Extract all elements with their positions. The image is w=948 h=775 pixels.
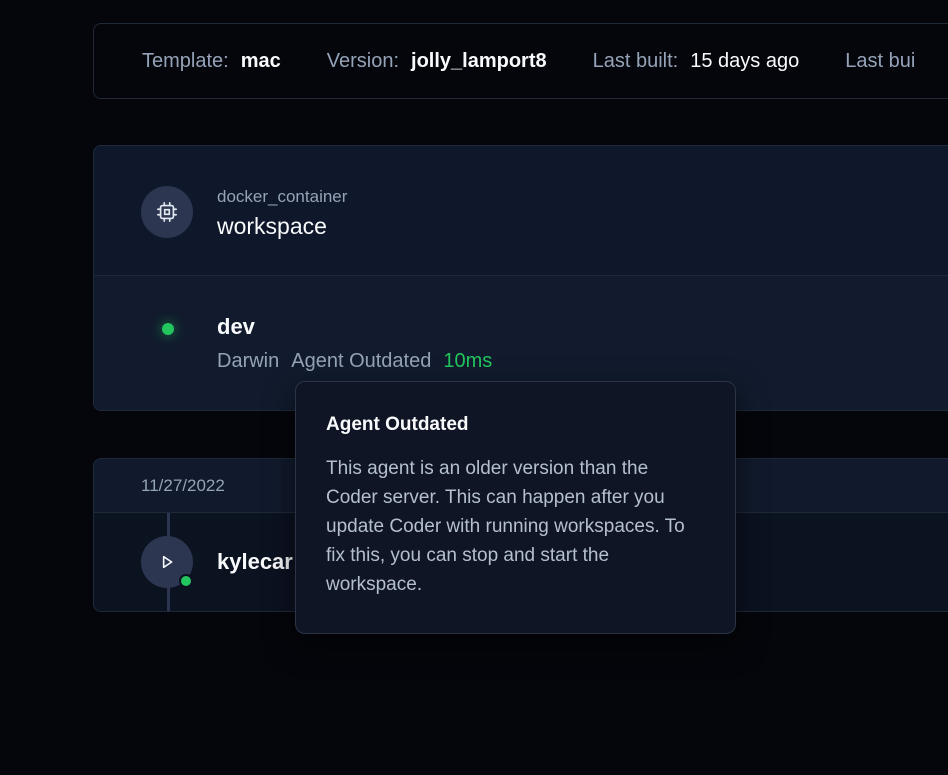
resource-header: docker_container workspace [94, 146, 948, 276]
agent-latency[interactable]: 10ms [443, 350, 492, 373]
agent-name: dev [217, 314, 255, 339]
agent-os: Darwin [217, 350, 280, 372]
resource-card: docker_container workspace dev Darwin Ag… [93, 145, 948, 411]
stat-template: Template: mac [142, 50, 281, 73]
resource-name: workspace [217, 213, 327, 239]
resource-type: docker_container [217, 187, 348, 206]
timeline-status-dot [179, 574, 193, 588]
stat-last-built-value: 15 days ago [690, 49, 800, 72]
agent-outdated-status[interactable]: Agent Outdated [291, 350, 431, 373]
tooltip-body: This agent is an older version than the … [326, 458, 685, 595]
workspace-stats-bar: Template: mac Version: jolly_lamport8 La… [93, 23, 948, 99]
stat-last-built: Last built: 15 days ago [593, 50, 800, 73]
stat-template-value[interactable]: mac [241, 50, 281, 73]
stat-version: Version: jolly_lamport8 [327, 50, 547, 73]
chip-icon [141, 186, 193, 238]
agent-outdated-tooltip: Agent Outdated This agent is an older ve… [295, 381, 736, 634]
tooltip-title: Agent Outdated [326, 414, 469, 435]
agent-meta: Darwin Agent Outdated 10ms [217, 350, 504, 373]
timeline-user: kylecar [217, 549, 293, 574]
stat-version-value[interactable]: jolly_lamport8 [411, 50, 547, 73]
stat-last-built-label: Last built: [592, 49, 679, 72]
stat-template-label: Template: [142, 49, 229, 72]
timeline-date: 11/27/2022 [141, 476, 225, 495]
stat-last-used: Last bui [845, 50, 927, 73]
stat-last-used-label: Last bui [845, 49, 916, 72]
stat-version-label: Version: [326, 49, 400, 72]
agent-status-dot [162, 323, 174, 335]
